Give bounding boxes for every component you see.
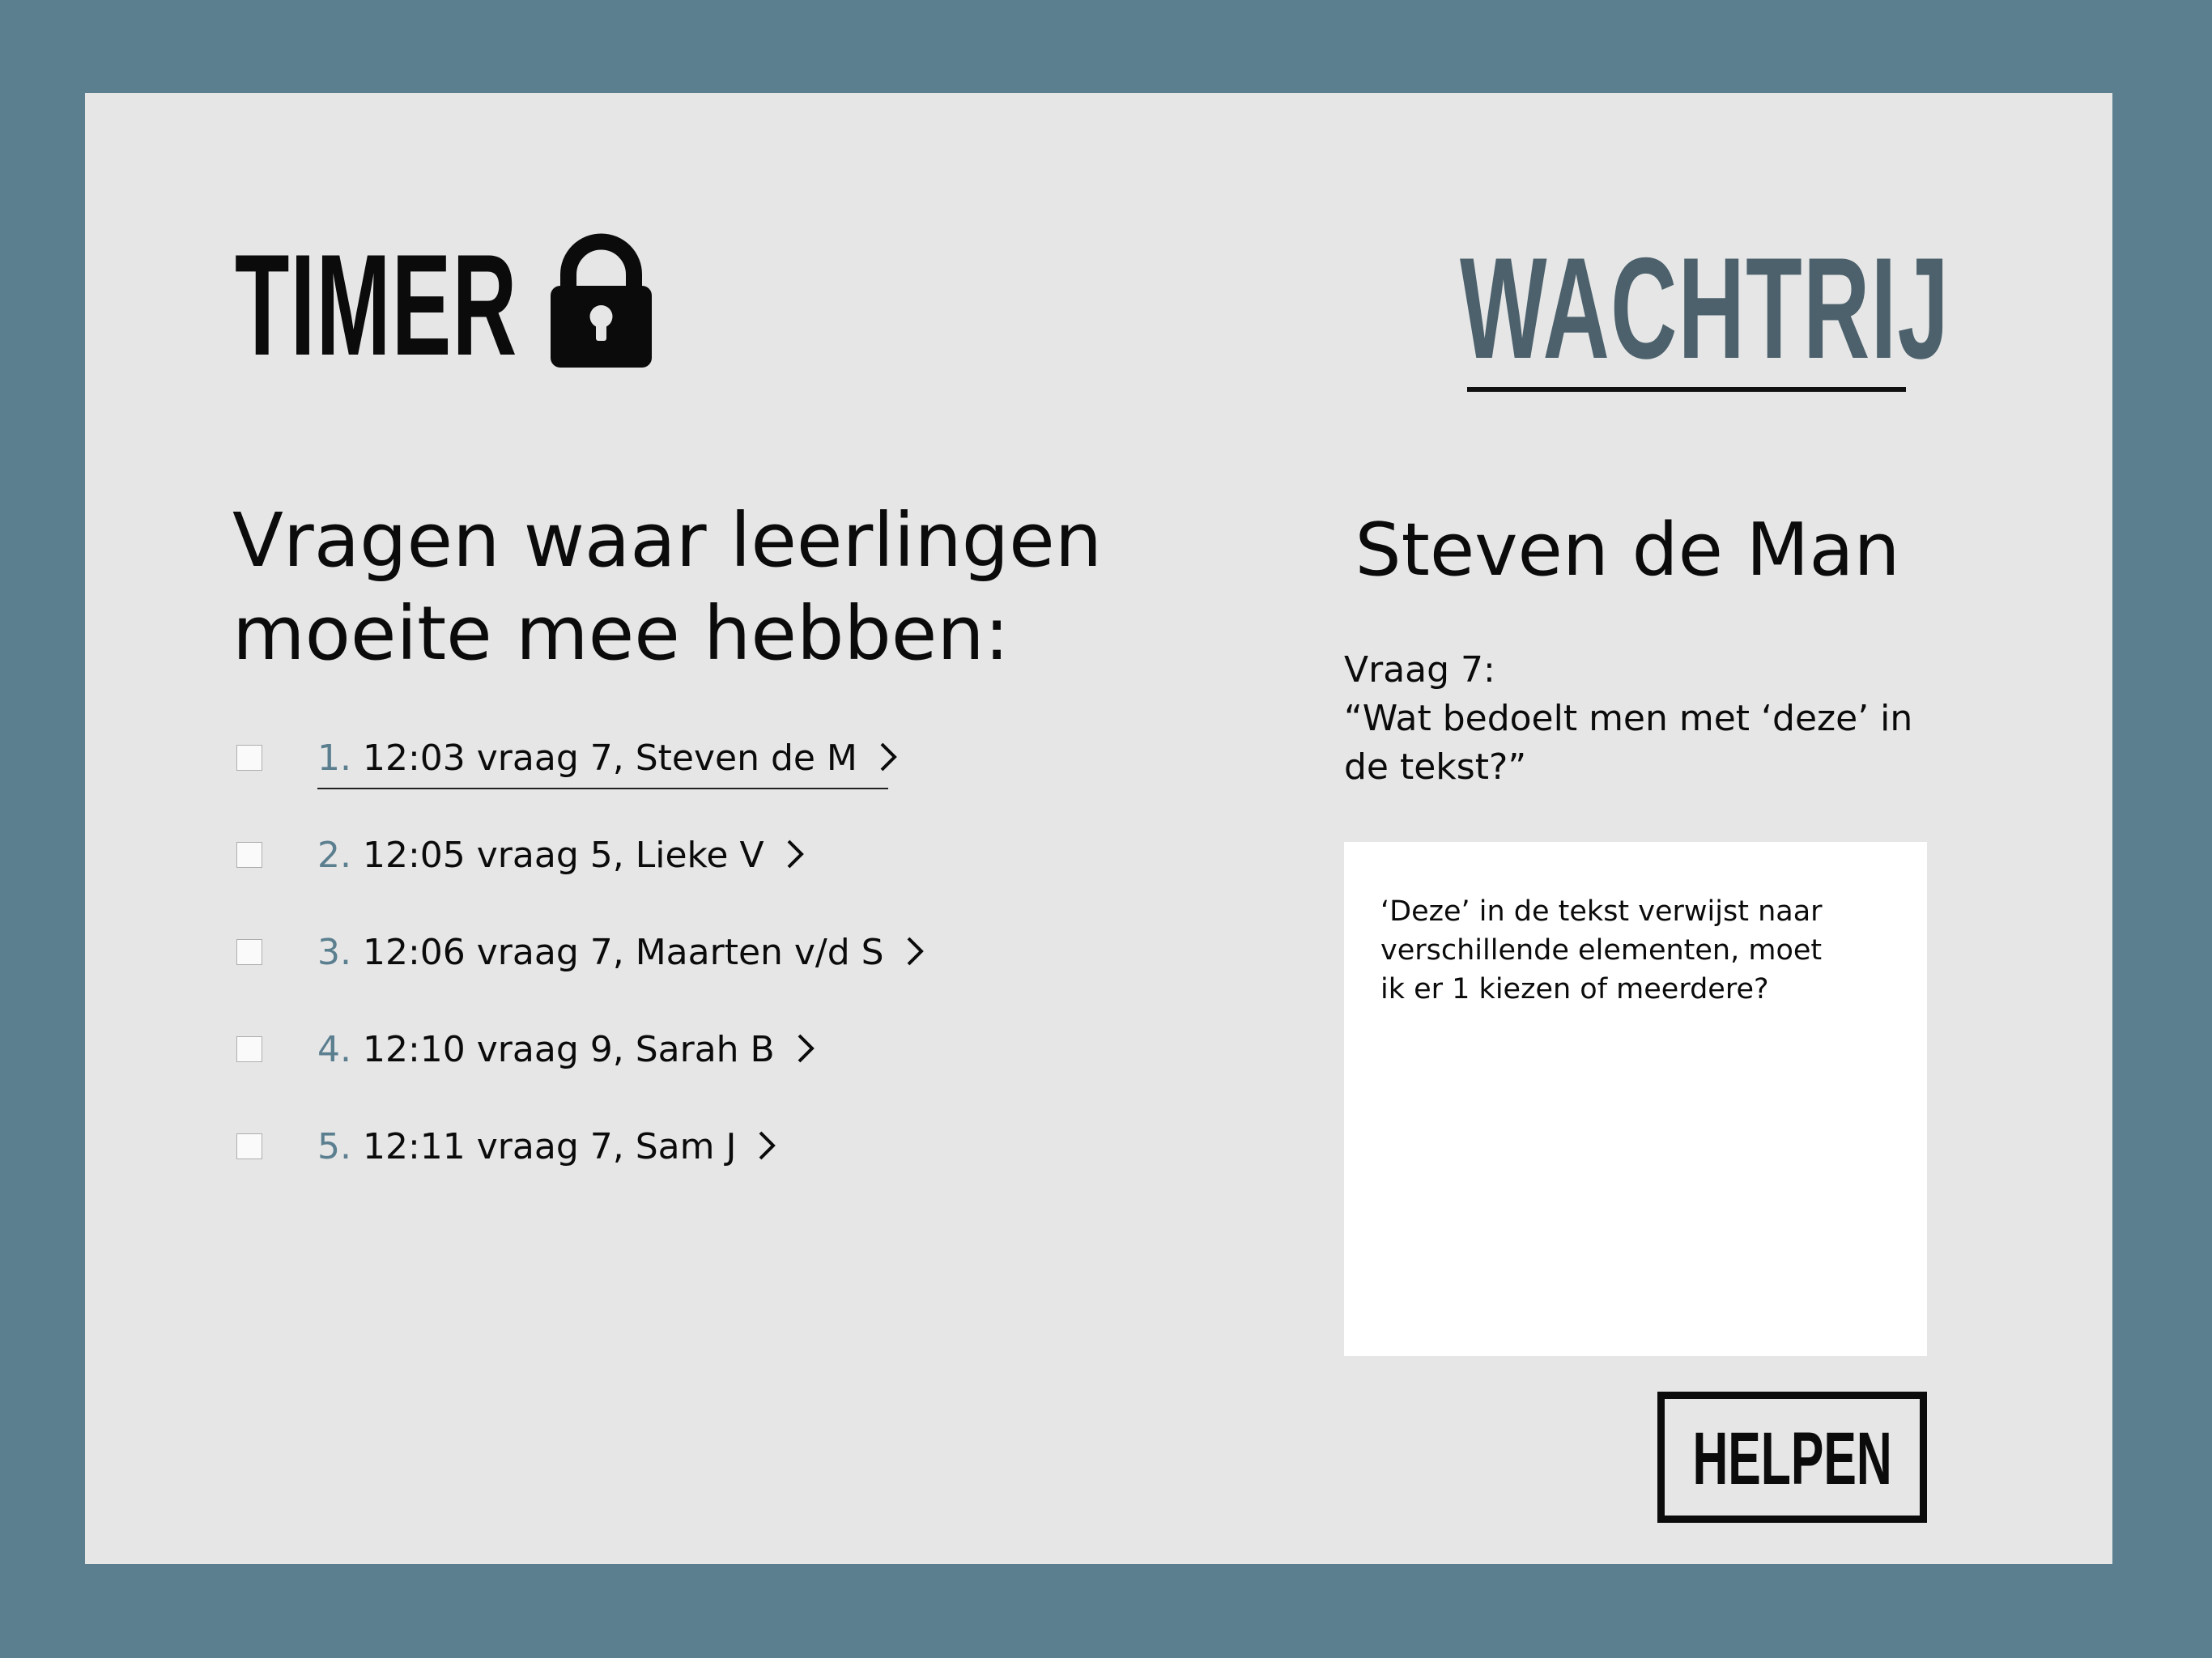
queue-item-text[interactable]: 2. 12:05 vraag 5, Lieke V bbox=[317, 830, 805, 882]
lock-icon[interactable] bbox=[551, 232, 652, 368]
queue-item-number: 5. bbox=[317, 1126, 351, 1167]
queue-item-checkbox[interactable] bbox=[236, 1036, 262, 1062]
queue-title-underline bbox=[1467, 387, 1906, 392]
chevron-right-icon[interactable] bbox=[757, 1129, 776, 1162]
question-number: Vraag 7: bbox=[1344, 649, 1495, 691]
queue-item-checkbox[interactable] bbox=[236, 939, 262, 965]
queue-item-number: 2. bbox=[317, 835, 351, 876]
student-message: ‘Deze’ in de tekst verwijst naar verschi… bbox=[1380, 895, 1823, 1005]
queue-item[interactable]: 2. 12:05 vraag 5, Lieke V bbox=[236, 830, 925, 927]
queue-item-checkbox[interactable] bbox=[236, 842, 262, 868]
queue-item-checkbox[interactable] bbox=[236, 745, 262, 771]
help-button-label: HELPEN bbox=[1692, 1418, 1892, 1500]
queue-item-text[interactable]: 4. 12:10 vraag 9, Sarah B bbox=[317, 1024, 815, 1076]
question-label: Vraag 7: “Wat bedoelt men met ‘deze’ in … bbox=[1344, 646, 1959, 792]
queue-item-label: 12:10 vraag 9, Sarah B bbox=[362, 1029, 775, 1070]
heading-line-1: Vragen waar leerlingen bbox=[232, 497, 1103, 584]
queue-item-label: 12:05 vraag 5, Lieke V bbox=[362, 835, 764, 876]
queue-item-checkbox[interactable] bbox=[236, 1133, 262, 1159]
student-message-box: ‘Deze’ in de tekst verwijst naar verschi… bbox=[1344, 842, 1927, 1356]
queue-item[interactable]: 5. 12:11 vraag 7, Sam J bbox=[236, 1121, 925, 1218]
heading-line-2: moeite mee hebben: bbox=[232, 590, 1010, 677]
chevron-right-icon[interactable] bbox=[905, 935, 925, 967]
queue-item[interactable]: 1. 12:03 vraag 7, Steven de M bbox=[236, 733, 925, 830]
queue-item[interactable]: 4. 12:10 vraag 9, Sarah B bbox=[236, 1024, 925, 1121]
questions-heading: Vragen waar leerlingen moeite mee hebben… bbox=[232, 494, 1204, 680]
queue-item-number: 4. bbox=[317, 1029, 351, 1070]
queue-item-number: 1. bbox=[317, 738, 351, 779]
queue-item-label: 12:06 vraag 7, Maarten v/d S bbox=[362, 932, 884, 973]
queue-item-number: 3. bbox=[317, 932, 351, 973]
queue-item-label: 12:03 vraag 7, Steven de M bbox=[362, 738, 857, 779]
queue-item-text[interactable]: 3. 12:06 vraag 7, Maarten v/d S bbox=[317, 927, 925, 979]
queue-item-label: 12:11 vraag 7, Sam J bbox=[362, 1126, 737, 1167]
student-name: Steven de Man bbox=[1355, 508, 1900, 593]
queue-item-text[interactable]: 5. 12:11 vraag 7, Sam J bbox=[317, 1121, 776, 1173]
chevron-right-icon[interactable] bbox=[785, 838, 805, 870]
question-text: “Wat bedoelt men met ‘deze’ in de tekst?… bbox=[1344, 698, 1913, 788]
timer-title: TIMER bbox=[235, 224, 518, 385]
question-queue-list: 1. 12:03 vraag 7, Steven de M 2. 12:05 v… bbox=[236, 733, 925, 1218]
queue-item[interactable]: 3. 12:06 vraag 7, Maarten v/d S bbox=[236, 927, 925, 1024]
chevron-right-icon[interactable] bbox=[878, 741, 898, 773]
help-button[interactable]: HELPEN bbox=[1657, 1392, 1927, 1523]
queue-item-text[interactable]: 1. 12:03 vraag 7, Steven de M bbox=[317, 733, 898, 789]
queue-title[interactable]: WACHTRIJ bbox=[1460, 236, 1950, 380]
chevron-right-icon[interactable] bbox=[796, 1032, 815, 1065]
